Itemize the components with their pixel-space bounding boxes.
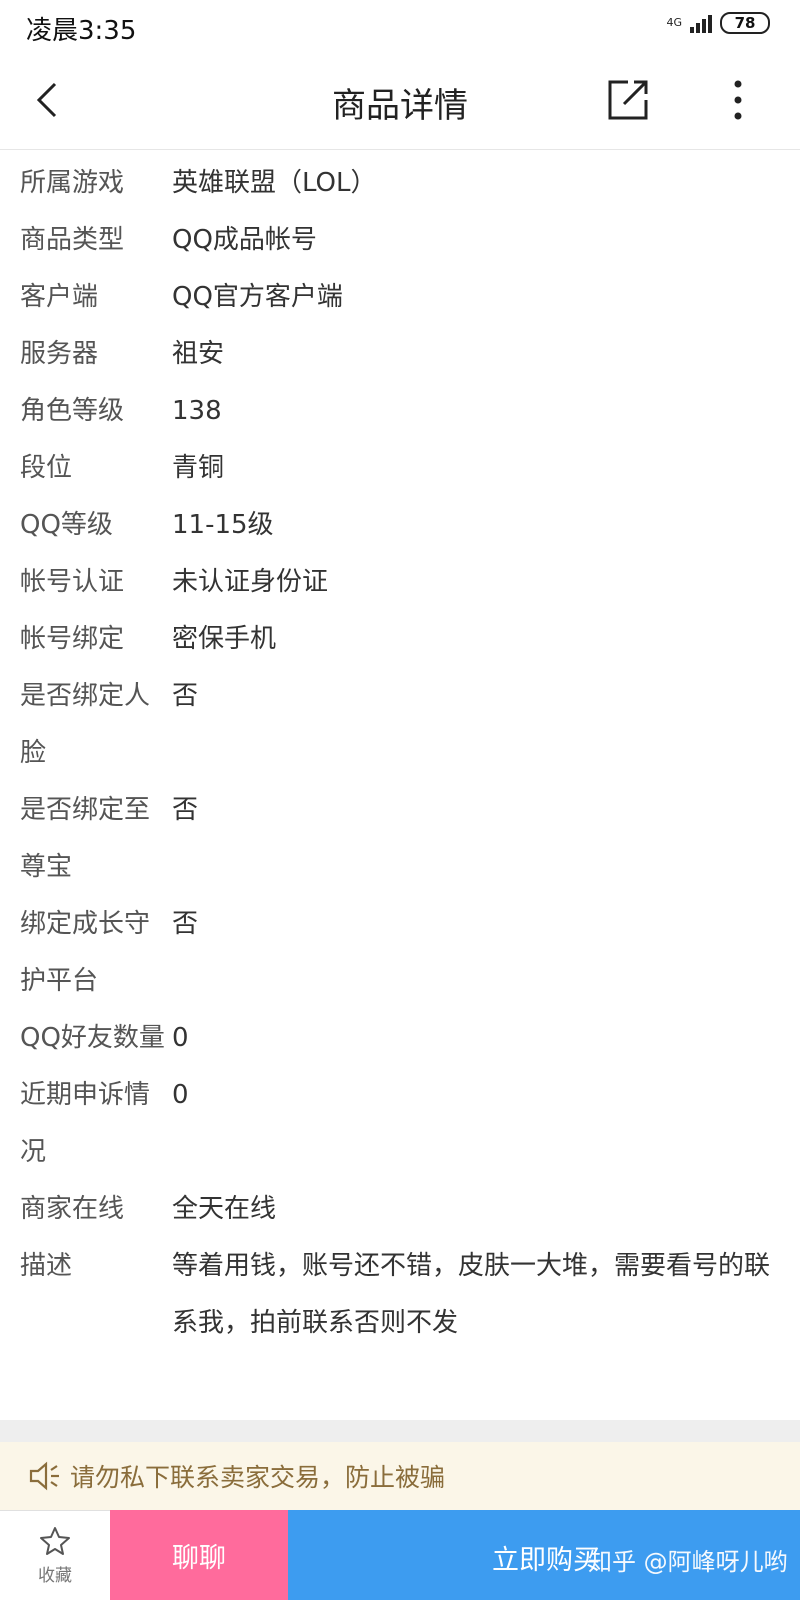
detail-row-seller-online: 商家在线 全天在线 [0, 1181, 800, 1238]
bottom-action-bar: 收藏 聊聊 立即购买 知乎 @阿峰呀儿哟 [0, 1510, 800, 1600]
page-title: 商品详情 [332, 86, 468, 126]
more-button[interactable] [716, 74, 760, 126]
detail-label: 段位 [20, 453, 73, 483]
detail-value: 祖安 [172, 339, 225, 369]
status-time: 凌晨3:35 [26, 16, 137, 46]
detail-value: 未认证身份证 [172, 567, 329, 597]
product-details: 所属游戏 英雄联盟（LOL） 商品类型 QQ成品帐号 客户端 QQ官方客户端 服… [0, 155, 800, 1352]
battery-level: 78 [734, 14, 756, 32]
detail-label: 服务器 [20, 339, 99, 369]
detail-value: 密保手机 [172, 624, 277, 654]
detail-row-zhizunbao: 是否绑定至尊宝 否 [0, 782, 800, 896]
detail-value: QQ官方客户端 [172, 282, 343, 312]
detail-row-growth-guard: 绑定成长守护平台 否 [0, 896, 800, 1010]
detail-value: 11-15级 [172, 510, 274, 540]
detail-row-appeals: 近期申诉情况 0 [0, 1067, 800, 1181]
detail-label: 所属游戏 [20, 168, 125, 198]
detail-value: 全天在线 [172, 1194, 277, 1224]
detail-label: 帐号认证 [20, 567, 125, 597]
detail-label: 近期申诉情况 [20, 1080, 151, 1167]
detail-row-game: 所属游戏 英雄联盟（LOL） [0, 155, 800, 212]
detail-label: 商品类型 [20, 225, 125, 255]
detail-row-client: 客户端 QQ官方客户端 [0, 269, 800, 326]
detail-label: 角色等级 [20, 396, 125, 426]
status-bar: 凌晨3:35 4G 78 [0, 0, 800, 52]
detail-row-qq-level: QQ等级 11-15级 [0, 497, 800, 554]
detail-label: 描述 [20, 1251, 73, 1281]
more-vertical-icon [734, 80, 742, 120]
detail-value: 英雄联盟（LOL） [172, 168, 377, 198]
buy-now-button[interactable]: 立即购买 知乎 @阿峰呀儿哟 [288, 1510, 800, 1600]
detail-row-face-binding: 是否绑定人脸 否 [0, 668, 800, 782]
detail-row-type: 商品类型 QQ成品帐号 [0, 212, 800, 269]
star-icon [40, 1527, 70, 1555]
detail-label: 客户端 [20, 282, 99, 312]
detail-row-description: 描述 等着用钱，账号还不错，皮肤一大堆，需要看号的联系我，拍前联系否则不发 [0, 1238, 800, 1352]
favorite-button[interactable]: 收藏 [0, 1510, 110, 1600]
detail-row-friends: QQ好友数量 0 [0, 1010, 800, 1067]
speaker-icon [28, 1458, 64, 1494]
network-type: 4G [666, 17, 682, 29]
share-button[interactable] [602, 74, 654, 126]
battery-icon: 78 [720, 12, 770, 34]
detail-value: 0 [172, 1023, 189, 1053]
chat-label: 聊聊 [172, 1542, 226, 1574]
detail-label: 商家在线 [20, 1194, 125, 1224]
detail-row-rank: 段位 青铜 [0, 440, 800, 497]
detail-value: 0 [172, 1080, 189, 1110]
buy-label: 立即购买 [492, 1545, 600, 1576]
notice-text: 请勿私下联系卖家交易，防止被骗 [70, 1463, 446, 1492]
detail-row-binding: 帐号绑定 密保手机 [0, 611, 800, 668]
detail-value: 等着用钱，账号还不错，皮肤一大堆，需要看号的联系我，拍前联系否则不发 [172, 1251, 771, 1338]
warning-notice: 请勿私下联系卖家交易，防止被骗 [0, 1442, 800, 1510]
detail-label: QQ好友数量 [20, 1023, 165, 1053]
signal-icon [690, 13, 712, 33]
detail-row-level: 角色等级 138 [0, 383, 800, 440]
detail-row-server: 服务器 祖安 [0, 326, 800, 383]
share-icon [608, 80, 648, 120]
detail-value: 否 [172, 795, 199, 825]
network-label: 4G [666, 16, 682, 29]
detail-value: QQ成品帐号 [172, 225, 317, 255]
status-indicators: 4G 78 [666, 12, 770, 34]
detail-label: 绑定成长守护平台 [20, 909, 151, 996]
favorite-label: 收藏 [38, 1566, 72, 1586]
detail-value: 青铜 [172, 453, 225, 483]
detail-label: QQ等级 [20, 510, 113, 540]
detail-label: 帐号绑定 [20, 624, 125, 654]
detail-row-verification: 帐号认证 未认证身份证 [0, 554, 800, 611]
watermark: 知乎 @阿峰呀儿哟 [588, 1548, 788, 1576]
chat-button[interactable]: 聊聊 [110, 1510, 288, 1600]
detail-value: 138 [172, 396, 222, 426]
detail-value: 否 [172, 909, 199, 939]
detail-value: 否 [172, 681, 199, 711]
nav-bar: 商品详情 [0, 52, 800, 150]
detail-label: 是否绑定人脸 [20, 681, 151, 768]
section-divider [0, 1420, 800, 1442]
detail-label: 是否绑定至尊宝 [20, 795, 151, 882]
